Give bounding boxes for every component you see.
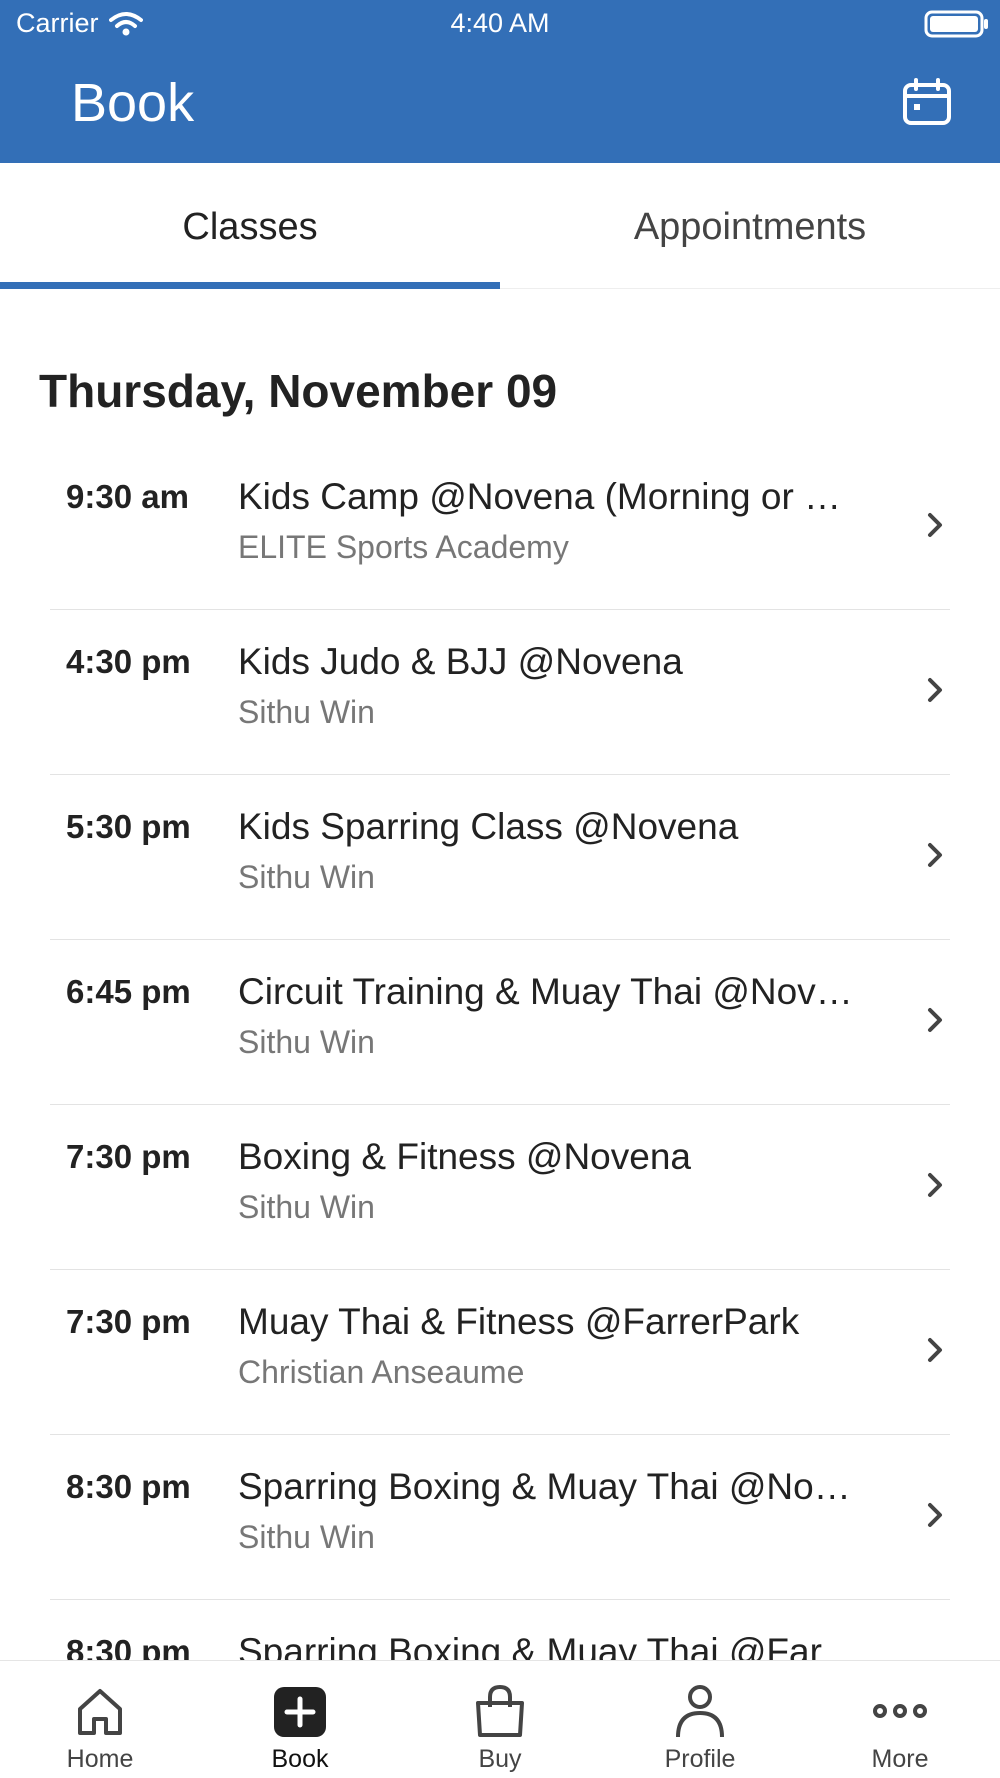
class-instructor: Sithu Win (238, 1189, 375, 1225)
class-instructor: Sithu Win (238, 1024, 375, 1060)
status-time: 4:40 AM (450, 8, 550, 38)
shopping-bag-icon (476, 1684, 524, 1737)
nav-label: Buy (478, 1745, 522, 1773)
chevron-right-icon (928, 843, 942, 867)
class-row[interactable]: 4:30 pm Kids Judo & BJJ @Novena Sithu Wi… (50, 610, 950, 775)
class-row[interactable]: 5:30 pm Kids Sparring Class @Novena Sith… (50, 775, 950, 940)
class-time: 7:30 pm (66, 1303, 191, 1340)
tab-bar: Classes Appointments (0, 163, 1000, 289)
nav-label: Home (66, 1745, 134, 1773)
tab-classes[interactable]: Classes (0, 163, 500, 289)
class-time: 8:30 pm (66, 1468, 191, 1505)
class-list: 9:30 am Kids Camp @Novena (Morning or … … (0, 445, 1000, 1660)
plus-square-icon (274, 1687, 326, 1737)
battery-icon (924, 10, 988, 38)
nav-label: Book (271, 1745, 329, 1773)
class-instructor: Christian Anseaume (238, 1354, 525, 1390)
nav-profile[interactable]: Profile (600, 1661, 800, 1778)
page-title: Book (71, 73, 195, 133)
class-time: 8:30 pm (66, 1633, 191, 1660)
class-time: 6:45 pm (66, 973, 191, 1010)
class-instructor: Sithu Win (238, 1519, 375, 1555)
class-instructor: Sithu Win (238, 694, 375, 730)
class-time: 4:30 pm (66, 643, 191, 680)
chevron-right-icon (928, 1173, 942, 1197)
nav-label: More (871, 1745, 929, 1773)
class-name: Kids Judo & BJJ @Novena (238, 641, 683, 682)
app-header: Carrier 4:40 AM Book (0, 0, 1000, 163)
chevron-right-icon (928, 1008, 942, 1032)
class-row[interactable]: 7:30 pm Muay Thai & Fitness @FarrerPark … (50, 1270, 950, 1435)
class-row[interactable]: 7:30 pm Boxing & Fitness @Novena Sithu W… (50, 1105, 950, 1270)
chevron-right-icon (928, 678, 942, 702)
class-name: Kids Camp @Novena (Morning or … (238, 476, 842, 517)
person-icon (676, 1685, 724, 1738)
class-name: Muay Thai & Fitness @FarrerPark (238, 1301, 800, 1342)
nav-buy[interactable]: Buy (400, 1661, 600, 1778)
nav-more[interactable]: More (800, 1661, 1000, 1778)
class-time: 7:30 pm (66, 1138, 191, 1175)
class-row[interactable]: 8:30 pm Sparring Boxing & Muay Thai @Far… (50, 1600, 950, 1660)
class-row[interactable]: 9:30 am Kids Camp @Novena (Morning or … … (50, 445, 950, 610)
home-icon (78, 1689, 122, 1735)
nav-label: Profile (664, 1745, 736, 1773)
class-time: 9:30 am (66, 478, 189, 515)
class-name: Kids Sparring Class @Novena (238, 806, 739, 847)
calendar-icon[interactable] (902, 78, 952, 126)
tab-appointments[interactable]: Appointments (500, 163, 1000, 289)
class-time: 5:30 pm (66, 808, 191, 845)
nav-book[interactable]: Book (200, 1661, 400, 1778)
bottom-nav: Home Book Buy Profile More (0, 1660, 1000, 1778)
class-instructor: ELITE Sports Academy (238, 529, 569, 565)
class-name: Sparring Boxing & Muay Thai @No… (238, 1466, 851, 1507)
chevron-right-icon (928, 513, 942, 537)
class-name: Boxing & Fitness @Novena (238, 1136, 691, 1177)
date-heading: Thursday, November 09 (39, 365, 558, 417)
status-bar: Carrier 4:40 AM (0, 0, 1000, 44)
more-dots-icon (873, 1704, 927, 1718)
class-name: Circuit Training & Muay Thai @Nov… (238, 971, 853, 1012)
chevron-right-icon (928, 1338, 942, 1362)
class-row[interactable]: 6:45 pm Circuit Training & Muay Thai @No… (50, 940, 950, 1105)
nav-home[interactable]: Home (0, 1661, 200, 1778)
class-row[interactable]: 8:30 pm Sparring Boxing & Muay Thai @No…… (50, 1435, 950, 1600)
class-name: Sparring Boxing & Muay Thai @Far… (238, 1631, 859, 1660)
chevron-right-icon (928, 1503, 942, 1527)
class-instructor: Sithu Win (238, 859, 375, 895)
